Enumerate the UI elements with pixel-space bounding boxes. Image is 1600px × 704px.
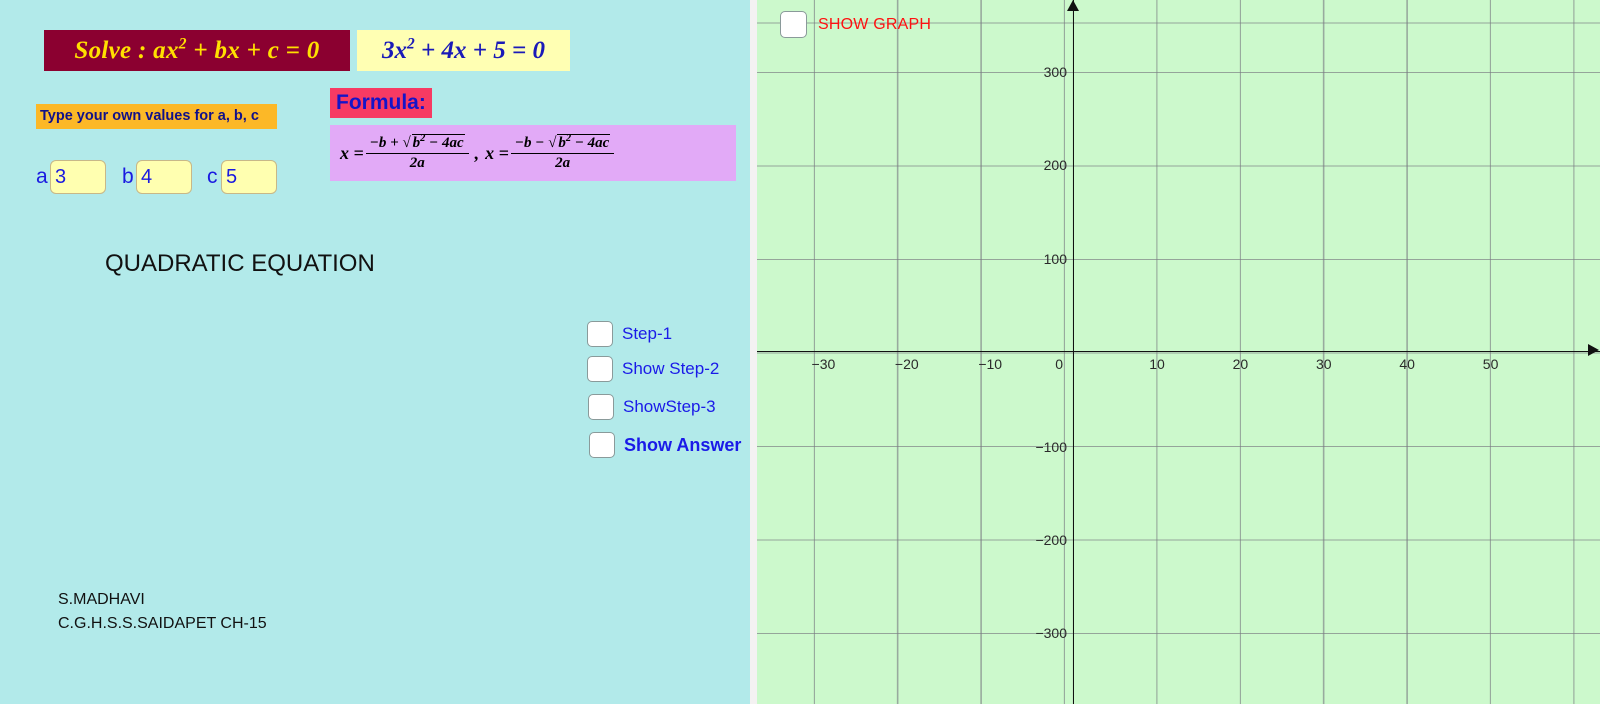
current-equation-display: 3x2 + 4x + 5 = 0	[357, 30, 570, 71]
show-graph-label: SHOW GRAPH	[818, 15, 932, 33]
y-tick-label: 300	[1043, 64, 1067, 80]
formula-denominator-1: 2a	[409, 154, 425, 171]
y-tick-label: −100	[1035, 439, 1067, 455]
step-1-checkbox[interactable]	[587, 321, 613, 347]
y-axis-arrow-icon	[1067, 0, 1079, 11]
step-1-row[interactable]: Step-1	[587, 321, 672, 347]
type-values-banner: Type your own values for a, b, c	[36, 104, 277, 129]
step-3-label: ShowStep-3	[623, 397, 716, 416]
page-title: QUADRATIC EQUATION	[105, 250, 375, 277]
x-tick-label: 50	[1482, 356, 1499, 372]
formula-lhs-2: x =	[485, 142, 509, 163]
step-2-label: Show Step-2	[622, 359, 720, 378]
formula-num1-lead: −b +	[369, 134, 399, 151]
formula-separator: ,	[474, 142, 480, 163]
step-3-row[interactable]: ShowStep-3	[588, 394, 716, 420]
x-tick-label: 40	[1399, 356, 1415, 372]
y-tick-label: 200	[1043, 157, 1067, 173]
formula-lhs-1: x =	[340, 142, 364, 163]
step-1-label: Step-1	[622, 324, 673, 343]
coefficient-a-input[interactable]	[50, 160, 106, 194]
formula-denominator-2: 2a	[555, 154, 571, 171]
formula-radicand-2: b2 − 4ac	[557, 133, 611, 151]
formula-num2-lead: −b −	[514, 134, 545, 151]
quadratic-formula-box: x = −b + √ b2 − 4ac 2a , x = −b − √ b2 − 4…	[330, 125, 736, 181]
solve-title-banner: Solve : ax2 + bx + c = 0	[44, 30, 350, 71]
coefficient-c-label: c	[207, 165, 218, 188]
y-tick-label: −200	[1035, 532, 1067, 548]
x-tick-label: −10	[978, 356, 1003, 372]
solve-title-exponent: 2	[178, 35, 187, 53]
show-graph-row[interactable]: SHOW GRAPH	[780, 11, 931, 38]
equation-exponent: 2	[407, 35, 415, 53]
school-credit: C.G.H.S.S.SAIDAPET CH-15	[58, 615, 267, 632]
formula-fraction-1: −b + √ b2 − 4ac 2a	[365, 133, 469, 172]
formula-radicand-1: b2 − 4ac	[411, 133, 465, 151]
graphics-panel[interactable]: −30 −20 −10 0 10 20 30 40 50 300 200 100…	[757, 0, 1600, 704]
step-2-row[interactable]: Show Step-2	[587, 356, 719, 382]
y-axis	[1073, 0, 1074, 704]
coefficient-b-label: b	[122, 165, 134, 188]
author-credit: S.MADHAVI	[58, 591, 145, 608]
show-answer-row[interactable]: Show Answer	[589, 432, 741, 458]
equation-prefix: 3x	[382, 37, 407, 64]
radicand-rest-2: − 4ac	[571, 134, 610, 151]
show-answer-checkbox[interactable]	[589, 432, 615, 458]
show-graph-checkbox[interactable]	[780, 11, 807, 38]
grid-major-lines	[757, 0, 1600, 704]
solve-title-suffix: + bx + c = 0	[186, 37, 320, 64]
solve-title-prefix: Solve : ax	[74, 37, 179, 64]
formula-numerator-1: −b + √ b2 − 4ac	[365, 133, 469, 154]
x-axis-arrow-icon	[1588, 344, 1599, 356]
coefficient-a-label: a	[36, 165, 48, 188]
application-root: Solve : ax2 + bx + c = 0 3x2 + 4x + 5 = …	[0, 0, 1600, 704]
radical-icon: √	[402, 134, 411, 151]
formula-numerator-2: −b − √ b2 − 4ac	[510, 133, 615, 154]
coefficient-c-input[interactable]	[221, 160, 277, 194]
radicand-base-2: b	[558, 134, 566, 151]
x-axis	[757, 351, 1600, 352]
x-tick-label: −30	[811, 356, 836, 372]
quadratic-formula-expression: x = −b + √ b2 − 4ac 2a , x = −b − √ b2 − 4…	[340, 125, 616, 181]
x-tick-label-origin: 0	[1055, 356, 1063, 372]
x-tick-label: 30	[1316, 356, 1332, 372]
algebra-panel: Solve : ax2 + bx + c = 0 3x2 + 4x + 5 = …	[0, 0, 750, 704]
radical-icon: √	[548, 134, 557, 151]
y-tick-label: −300	[1035, 625, 1067, 641]
radicand-rest-1: − 4ac	[425, 134, 464, 151]
step-2-checkbox[interactable]	[587, 356, 613, 382]
panel-divider[interactable]	[750, 0, 757, 704]
equation-suffix: + 4x + 5 = 0	[414, 37, 545, 64]
formula-fraction-2: −b − √ b2 − 4ac 2a	[510, 133, 615, 172]
x-tick-label: 20	[1232, 356, 1249, 372]
x-tick-label: 10	[1149, 356, 1165, 372]
formula-label: Formula:	[330, 88, 432, 118]
x-tick-label: −20	[894, 356, 919, 372]
show-answer-label: Show Answer	[624, 434, 742, 455]
coefficient-b-input[interactable]	[136, 160, 192, 194]
y-tick-label: 100	[1043, 251, 1067, 267]
step-3-checkbox[interactable]	[588, 394, 614, 420]
